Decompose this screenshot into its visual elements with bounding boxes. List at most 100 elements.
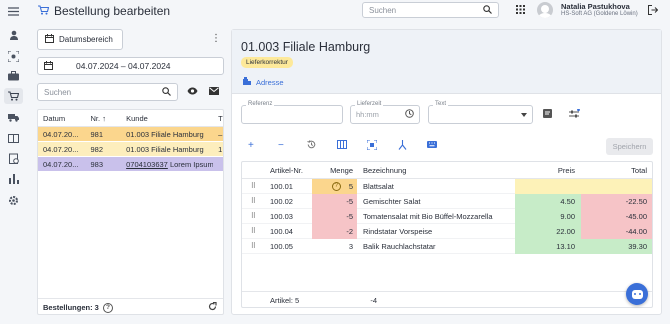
apps-grid-icon[interactable] xyxy=(516,5,525,16)
order-nr: 981 xyxy=(90,129,104,139)
item-bezeichnung: Tomatensalat mit Bio Büffel-Mozzarella xyxy=(363,211,493,221)
order-search-input[interactable]: Suchen xyxy=(37,83,178,101)
refresh-icon[interactable] xyxy=(208,301,217,313)
briefcase-icon[interactable] xyxy=(7,70,20,82)
avatar[interactable] xyxy=(537,2,553,18)
item-count: Artikel: 5 xyxy=(270,295,300,305)
global-search-input[interactable]: Suchen xyxy=(362,2,499,18)
item-menge[interactable]: -5 xyxy=(312,208,357,224)
truck-icon[interactable] xyxy=(7,111,20,123)
date-range-button[interactable]: Datumsbereich xyxy=(37,29,123,50)
column-preis[interactable]: Preis xyxy=(515,163,581,178)
scan-icon[interactable] xyxy=(7,50,20,62)
item-total xyxy=(581,178,652,194)
order-row[interactable]: 04.07.20... 981 01.003 Filiale Hamburg – xyxy=(38,127,223,142)
order-kunde: 0704103637 Lorem Ipsum xyxy=(126,159,214,169)
quantity-sum: -4 xyxy=(370,295,377,305)
customer-code-link[interactable]: 0704103637 xyxy=(126,160,168,169)
order-kunde: 01.003 Filiale Hamburg xyxy=(126,144,204,154)
orders-table: Datum Nr. ↑ Kunde T 04.07.20... 981 01.0… xyxy=(37,109,224,315)
expand-icon[interactable] xyxy=(366,139,378,154)
note-icon[interactable] xyxy=(543,109,552,120)
book-icon[interactable] xyxy=(7,132,20,144)
date-range-button-label: Datumsbereich xyxy=(59,35,113,44)
history-icon[interactable] xyxy=(307,140,316,153)
order-kunde: 01.003 Filiale Hamburg xyxy=(126,129,204,139)
eye-icon[interactable] xyxy=(187,87,198,97)
table-row[interactable]: ⠿ 100.04 -2 Rindstatar Vorspeise 22.00 -… xyxy=(242,223,652,239)
settings-sliders-icon[interactable] xyxy=(569,108,580,122)
drag-handle-icon[interactable]: ⠿ xyxy=(242,227,264,235)
search-icon[interactable] xyxy=(483,4,492,16)
column-datum[interactable]: Datum xyxy=(38,114,85,123)
date-range-field[interactable]: 04.07.2024 – 04.07.2024 xyxy=(37,57,224,75)
column-artikel-nr[interactable]: Artikel-Nr. xyxy=(264,166,312,175)
column-bezeichnung[interactable]: Bezeichnung xyxy=(357,166,515,175)
gear-icon[interactable] xyxy=(7,194,20,206)
clipboard-clock-icon[interactable] xyxy=(7,152,20,164)
item-menge[interactable]: ? 5 xyxy=(312,178,357,194)
page-header: Bestellung bearbeiten xyxy=(38,4,170,18)
order-row[interactable]: 04.07.20... 982 01.003 Filiale Hamburg 1 xyxy=(38,142,223,157)
text-label: Text xyxy=(433,101,449,107)
item-menge[interactable]: -2 xyxy=(312,223,357,239)
help-icon[interactable]: ? xyxy=(103,303,113,313)
add-icon[interactable]: + xyxy=(248,140,254,152)
save-button[interactable]: Speichern xyxy=(606,138,653,155)
column-t[interactable]: T xyxy=(213,114,223,123)
bot-icon xyxy=(631,289,643,299)
orders-count: Bestellungen: 3 xyxy=(43,303,99,312)
referenz-label: Referenz xyxy=(246,101,275,107)
item-menge[interactable]: 3 xyxy=(312,239,357,254)
lieferzeit-field[interactable]: Lieferzeit hh:mm xyxy=(350,101,420,124)
item-bezeichnung: Gemischter Salat xyxy=(363,196,421,206)
drag-handle-icon[interactable]: ⠿ xyxy=(242,212,264,220)
drag-handle-icon[interactable]: ⠿ xyxy=(242,182,264,190)
table-row[interactable]: ⠿ 100.03 -5 Tomatensalat mit Bio Büffel-… xyxy=(242,208,652,224)
table-row[interactable]: ⠿ 100.02 -5 Gemischter Salat 4.50 -22.50 xyxy=(242,193,652,209)
remove-icon[interactable]: − xyxy=(278,140,284,152)
column-kunde[interactable]: Kunde xyxy=(121,114,213,123)
item-art: 100.04 xyxy=(270,226,293,236)
order-title: 01.003 Filiale Hamburg xyxy=(241,40,371,54)
more-options-icon[interactable]: ⋮ xyxy=(211,34,221,44)
cart-icon[interactable] xyxy=(4,88,23,104)
item-bezeichnung: Blattsalat xyxy=(363,181,394,191)
referenz-field[interactable]: Referenz xyxy=(241,101,343,124)
search-placeholder: Suchen xyxy=(369,5,397,15)
side-rail xyxy=(0,0,27,324)
column-total[interactable]: Total xyxy=(581,163,652,178)
item-preis xyxy=(515,178,581,194)
bar-chart-icon[interactable] xyxy=(7,173,20,185)
columns-icon[interactable] xyxy=(337,140,347,153)
item-total: -45.00 xyxy=(581,208,652,224)
table-row[interactable]: ⠿ 100.01 ? 5 Blattsalat xyxy=(242,178,652,194)
logout-icon[interactable] xyxy=(648,5,659,17)
item-bezeichnung: Rindstatar Vorspeise xyxy=(363,226,433,236)
clock-icon[interactable] xyxy=(405,109,414,120)
merge-icon[interactable] xyxy=(398,140,407,154)
person-icon[interactable] xyxy=(7,29,20,41)
mail-icon[interactable] xyxy=(209,87,219,97)
drag-handle-icon[interactable]: ⠿ xyxy=(242,197,264,205)
table-row[interactable]: ⠿ 100.05 3 Balik Rauchlachstatar 13.10 3… xyxy=(242,238,652,254)
column-menge[interactable]: Menge xyxy=(312,163,357,178)
keyboard-icon[interactable] xyxy=(427,140,437,152)
menu-icon[interactable] xyxy=(7,5,20,17)
item-art: 100.05 xyxy=(270,241,293,251)
order-nr: 982 xyxy=(90,144,104,154)
item-art: 100.02 xyxy=(270,196,293,206)
item-art: 100.03 xyxy=(270,211,293,221)
drag-handle-icon[interactable]: ⠿ xyxy=(242,242,264,250)
page-title: Bestellung bearbeiten xyxy=(54,4,171,18)
building-icon xyxy=(243,77,251,87)
item-menge[interactable]: -5 xyxy=(312,193,357,209)
search-icon[interactable] xyxy=(162,86,171,98)
text-select[interactable]: Text xyxy=(428,101,533,124)
item-preis: 13.10 xyxy=(515,238,581,254)
order-items-table: Artikel-Nr. Menge Bezeichnung Preis Tota… xyxy=(241,161,653,308)
column-nr[interactable]: Nr. ↑ xyxy=(85,114,122,123)
order-row[interactable]: 04.07.20... 983 0704103637 Lorem Ipsum xyxy=(38,157,223,172)
address-link[interactable]: Adresse xyxy=(243,77,284,87)
chat-bot-button[interactable] xyxy=(626,283,648,305)
